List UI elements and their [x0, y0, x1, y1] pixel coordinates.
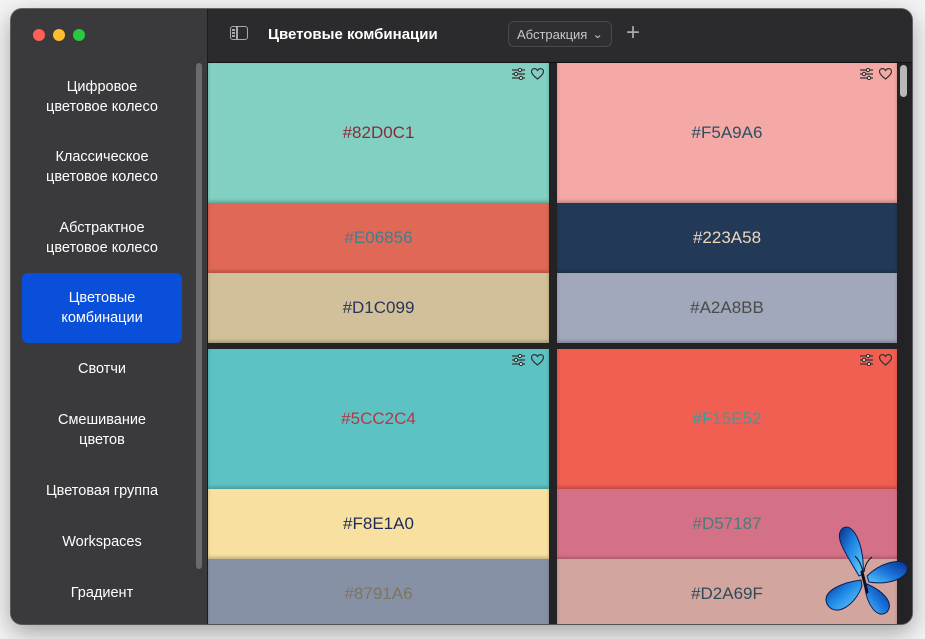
sidebar-toggle-icon[interactable]: [230, 26, 248, 40]
sidebar-item[interactable]: Цветовые комбинации: [22, 273, 182, 343]
category-dropdown[interactable]: Абстракция ⌄: [508, 21, 612, 47]
sidebar-item[interactable]: Классическое цветовое колесо: [22, 131, 182, 202]
heart-icon[interactable]: [530, 352, 545, 367]
color-swatch[interactable]: #82D0C1: [208, 63, 549, 203]
color-hex-label: #F8E1A0: [343, 514, 414, 533]
card-actions: [859, 66, 893, 81]
color-hex-label: #A2A8BB: [690, 298, 764, 317]
color-combination-card[interactable]: #82D0C1 #E06856 #D1C099: [208, 63, 549, 343]
color-swatch[interactable]: #8791A6: [208, 559, 549, 624]
color-swatch[interactable]: #E06856: [208, 203, 549, 273]
color-swatch[interactable]: #F8E1A0: [208, 489, 549, 559]
close-window-button[interactable]: [33, 29, 45, 41]
color-combination-card[interactable]: #F5A9A6 #223A58 #A2A8BB: [557, 63, 897, 343]
zoom-window-button[interactable]: [73, 29, 85, 41]
minimize-window-button[interactable]: [53, 29, 65, 41]
toolbar: Цветовые комбинации Абстракция ⌄ +: [208, 9, 912, 63]
chevron-down-icon: ⌄: [592, 28, 604, 41]
color-swatch[interactable]: #A2A8BB: [557, 273, 897, 343]
sliders-icon[interactable]: [859, 66, 874, 81]
sliders-icon[interactable]: [511, 66, 526, 81]
color-swatch[interactable]: #D1C099: [208, 273, 549, 343]
app-window: Цифровое цветовое колесо Классическое цве…: [11, 9, 912, 624]
content-scrollbar[interactable]: [900, 65, 907, 97]
color-hex-label: #223A58: [692, 228, 762, 247]
sidebar-nav: Цифровое цветовое колесо Классическое цве…: [22, 63, 182, 618]
combinations-grid: #82D0C1 #E06856 #D1C099 #F5A9A6 #223A58 #A2A8…: [208, 63, 912, 624]
color-hex-label: #82D0C1: [342, 123, 415, 142]
sliders-icon[interactable]: [859, 352, 874, 367]
sidebar-item[interactable]: Свотчи: [22, 343, 182, 394]
heart-icon[interactable]: [878, 352, 893, 367]
sidebar-item[interactable]: Абстрактное цветовое колесо: [22, 202, 182, 273]
color-combination-card[interactable]: #5CC2C4 #F8E1A0 #8791A6: [208, 349, 549, 624]
color-hex-label: #D57187: [692, 514, 762, 533]
color-hex-label: #E06856: [344, 228, 413, 247]
category-dropdown-value: Абстракция: [517, 26, 588, 42]
color-hex-label: #F15E52: [692, 409, 762, 428]
color-hex-label: #8791A6: [344, 584, 413, 603]
color-hex-label: #F5A9A6: [691, 123, 763, 142]
color-swatch[interactable]: #5CC2C4: [208, 349, 549, 489]
sidebar-item[interactable]: Цветовая группа: [22, 465, 182, 516]
card-actions: [511, 66, 545, 81]
heart-icon[interactable]: [530, 66, 545, 81]
sidebar-item[interactable]: Смешивание цветов: [22, 394, 182, 465]
sidebar: Цифровое цветовое колесо Классическое цве…: [11, 9, 208, 624]
color-hex-label: #D2A69F: [691, 584, 763, 603]
card-actions: [859, 352, 893, 367]
sidebar-item[interactable]: Workspaces: [22, 516, 182, 567]
traffic-lights: [33, 29, 85, 41]
card-actions: [511, 352, 545, 367]
butterfly-icon: [825, 526, 908, 615]
sidebar-item[interactable]: Цифровое цветовое колесо: [22, 63, 182, 131]
add-button[interactable]: +: [626, 20, 640, 46]
color-swatch[interactable]: #F15E52: [557, 349, 897, 489]
color-hex-label: #5CC2C4: [341, 409, 416, 428]
sidebar-scrollbar[interactable]: [196, 63, 202, 569]
sliders-icon[interactable]: [511, 352, 526, 367]
heart-icon[interactable]: [878, 66, 893, 81]
sidebar-item[interactable]: Градиент: [22, 567, 182, 618]
page-title: Цветовые комбинации: [268, 26, 438, 43]
color-swatch[interactable]: #223A58: [557, 203, 897, 273]
color-swatch[interactable]: #F5A9A6: [557, 63, 897, 203]
color-hex-label: #D1C099: [342, 298, 415, 317]
